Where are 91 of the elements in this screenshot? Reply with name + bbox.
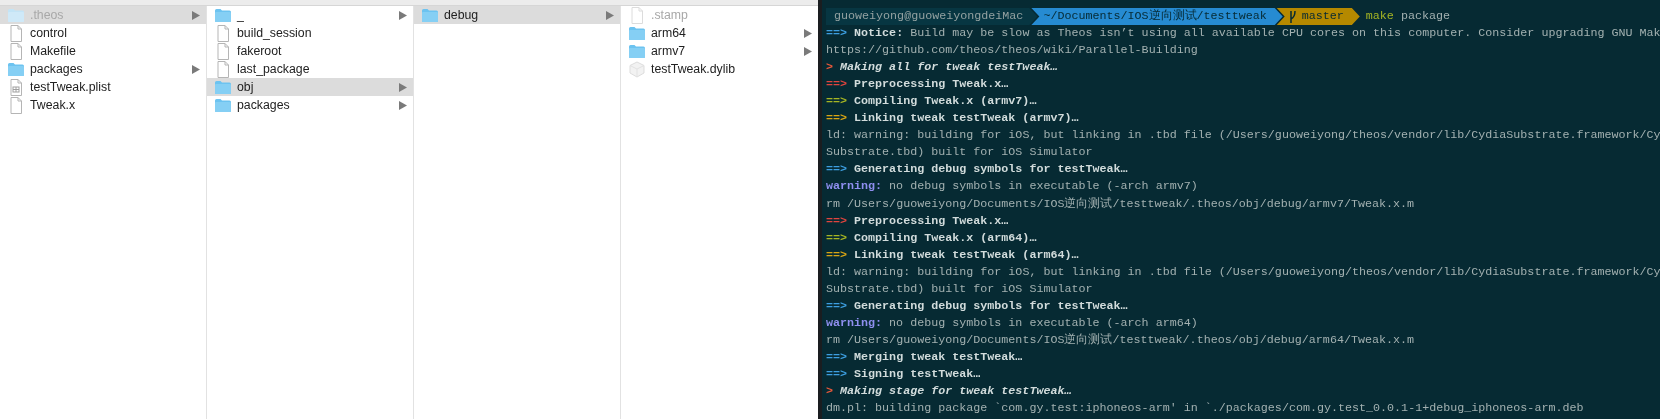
output-line: Signing testTweak…	[854, 366, 981, 383]
branch-name: master	[1301, 8, 1344, 25]
file-name: arm64	[651, 26, 687, 40]
file-row[interactable]: obj	[207, 78, 413, 96]
document-icon	[214, 24, 232, 42]
prompt-path: ~/Documents/IOS逆向测试/testtweak	[1031, 8, 1283, 25]
file-name: packages	[237, 98, 291, 112]
output-line: Linking tweak testTweak (arm64)…	[854, 246, 1079, 264]
line-marker: ==>	[826, 76, 848, 94]
output-line: rm /Users/guoweiyong/Documents/IOS逆向测试/testtweak/.theos/obj/debug/armv7/Tweak.x.m	[826, 195, 1415, 213]
line-marker: ==>	[826, 229, 848, 247]
branch-icon	[1288, 10, 1297, 23]
output-line: https://github.com/theos/theos/wiki/Parallel-Building	[826, 42, 1198, 60]
line-marker: ==>	[826, 110, 848, 128]
folder-icon	[628, 43, 646, 59]
output-line: Notice: Build may be slow as Theos isn’t using all available CPU cores on this computer. Consider upgrading GNU Mak	[854, 25, 1660, 43]
document-icon	[7, 24, 25, 42]
folder-icon	[628, 25, 646, 41]
document-icon	[214, 42, 232, 60]
line-marker: warning:	[826, 314, 883, 332]
folder-icon	[421, 7, 439, 23]
file-row[interactable]: testTweak.dylib	[621, 60, 818, 78]
file-name: obj	[237, 80, 255, 94]
file-name: .stamp	[651, 8, 689, 22]
file-row[interactable]: packages	[207, 96, 413, 114]
output-line: Merging tweak testTweak…	[854, 348, 1023, 366]
folder-icon	[214, 79, 232, 95]
output-line: ld: warning: building for iOS, but linking in .tbd file (/Users/guoweiyong/theos/vendor/lib/CydiaSubstrate.framework/Cy	[826, 127, 1660, 145]
line-marker: >	[826, 383, 833, 401]
folder-icon	[7, 7, 25, 23]
output-line: no debug symbols in executable (-arch arm64)	[889, 314, 1198, 332]
file-row[interactable]: testTweak.plist	[0, 78, 206, 96]
output-line: Substrate.tbd) built for iOS Simulator	[826, 280, 1093, 298]
document-icon	[7, 96, 25, 114]
file-row[interactable]: arm64	[621, 24, 818, 42]
file-name: debug	[444, 8, 480, 22]
file-name: packages	[30, 62, 84, 76]
line-marker: ==>	[826, 212, 848, 230]
file-row[interactable]: armv7	[621, 42, 818, 60]
line-marker: ==>	[826, 297, 848, 315]
line-marker: ==>	[826, 246, 848, 264]
line-marker: >	[826, 59, 833, 77]
output-line: Linking tweak testTweak (armv7)…	[854, 110, 1079, 128]
file-name: testTweak.plist	[30, 80, 112, 94]
file-name: _	[237, 8, 245, 22]
document-icon	[214, 60, 232, 78]
command: make	[1365, 8, 1394, 25]
command-argument: package	[1400, 8, 1450, 25]
file-row[interactable]: Makefile	[0, 42, 206, 60]
file-name: build_session	[237, 26, 313, 40]
line-marker: ==>	[826, 348, 848, 366]
output-line: no debug symbols in executable (-arch armv7)	[889, 178, 1198, 196]
file-row[interactable]: control	[0, 24, 206, 42]
folder-icon	[214, 7, 232, 23]
file-row[interactable]: last_package	[207, 60, 413, 78]
folder-icon	[7, 61, 25, 77]
file-row[interactable]: Tweak.x	[0, 96, 206, 114]
file-row[interactable]: _	[207, 6, 413, 24]
output-line: Compiling Tweak.x (armv7)…	[854, 93, 1037, 111]
file-name: Makefile	[30, 44, 77, 58]
line-marker: ==>	[826, 93, 848, 111]
file-name: fakeroot	[237, 44, 283, 58]
grid-document-icon	[7, 78, 25, 96]
output-line: Making stage for tweak testTweak…	[840, 383, 1072, 401]
file-name: armv7	[651, 44, 687, 58]
output-line: Preprocessing Tweak.x…	[854, 212, 1009, 230]
library-icon	[628, 60, 646, 78]
line-marker: warning:	[826, 178, 883, 196]
file-row[interactable]: debug	[414, 6, 620, 24]
output-line: rm /Users/guoweiyong/Documents/IOS逆向测试/testtweak/.theos/obj/debug/arm64/Tweak.x.m	[826, 331, 1415, 349]
file-row[interactable]: fakeroot	[207, 42, 413, 60]
output-line: Substrate.tbd) built for iOS Simulator	[826, 144, 1093, 162]
output-line: Generating debug symbols for testTweak…	[854, 297, 1128, 315]
output-line: Making all for tweak testTweak…	[840, 59, 1058, 77]
output-line: Preprocessing Tweak.x…	[854, 76, 1009, 94]
line-marker: ==>	[826, 25, 848, 43]
file-name: control	[30, 26, 68, 40]
file-name: last_package	[237, 62, 311, 76]
output-line: ld: warning: building for iOS, but linking in .tbd file (/Users/guoweiyong/theos/vendor/lib/CydiaSubstrate.framework/Cy	[826, 263, 1660, 281]
output-line: Compiling Tweak.x (arm64)…	[854, 229, 1037, 247]
document-icon	[7, 42, 25, 60]
file-row[interactable]: build_session	[207, 24, 413, 42]
line-marker: ==>	[826, 161, 848, 179]
prompt-user: guoweiyong@guoweiyongdeiMac	[826, 8, 1038, 25]
file-name: testTweak.dylib	[651, 62, 737, 76]
output-line: Generating debug symbols for testTweak…	[854, 161, 1128, 179]
file-row[interactable]: packages	[0, 60, 206, 78]
file-name: Tweak.x	[30, 98, 77, 112]
folder-icon	[214, 97, 232, 113]
line-marker: ==>	[826, 366, 848, 383]
output-line: dm.pl: building package `com.gy.test:iphoneos-arm' in `./packages/com.gy.test_0.0.1-1+debug_iphoneos-arm.deb	[826, 400, 1584, 418]
